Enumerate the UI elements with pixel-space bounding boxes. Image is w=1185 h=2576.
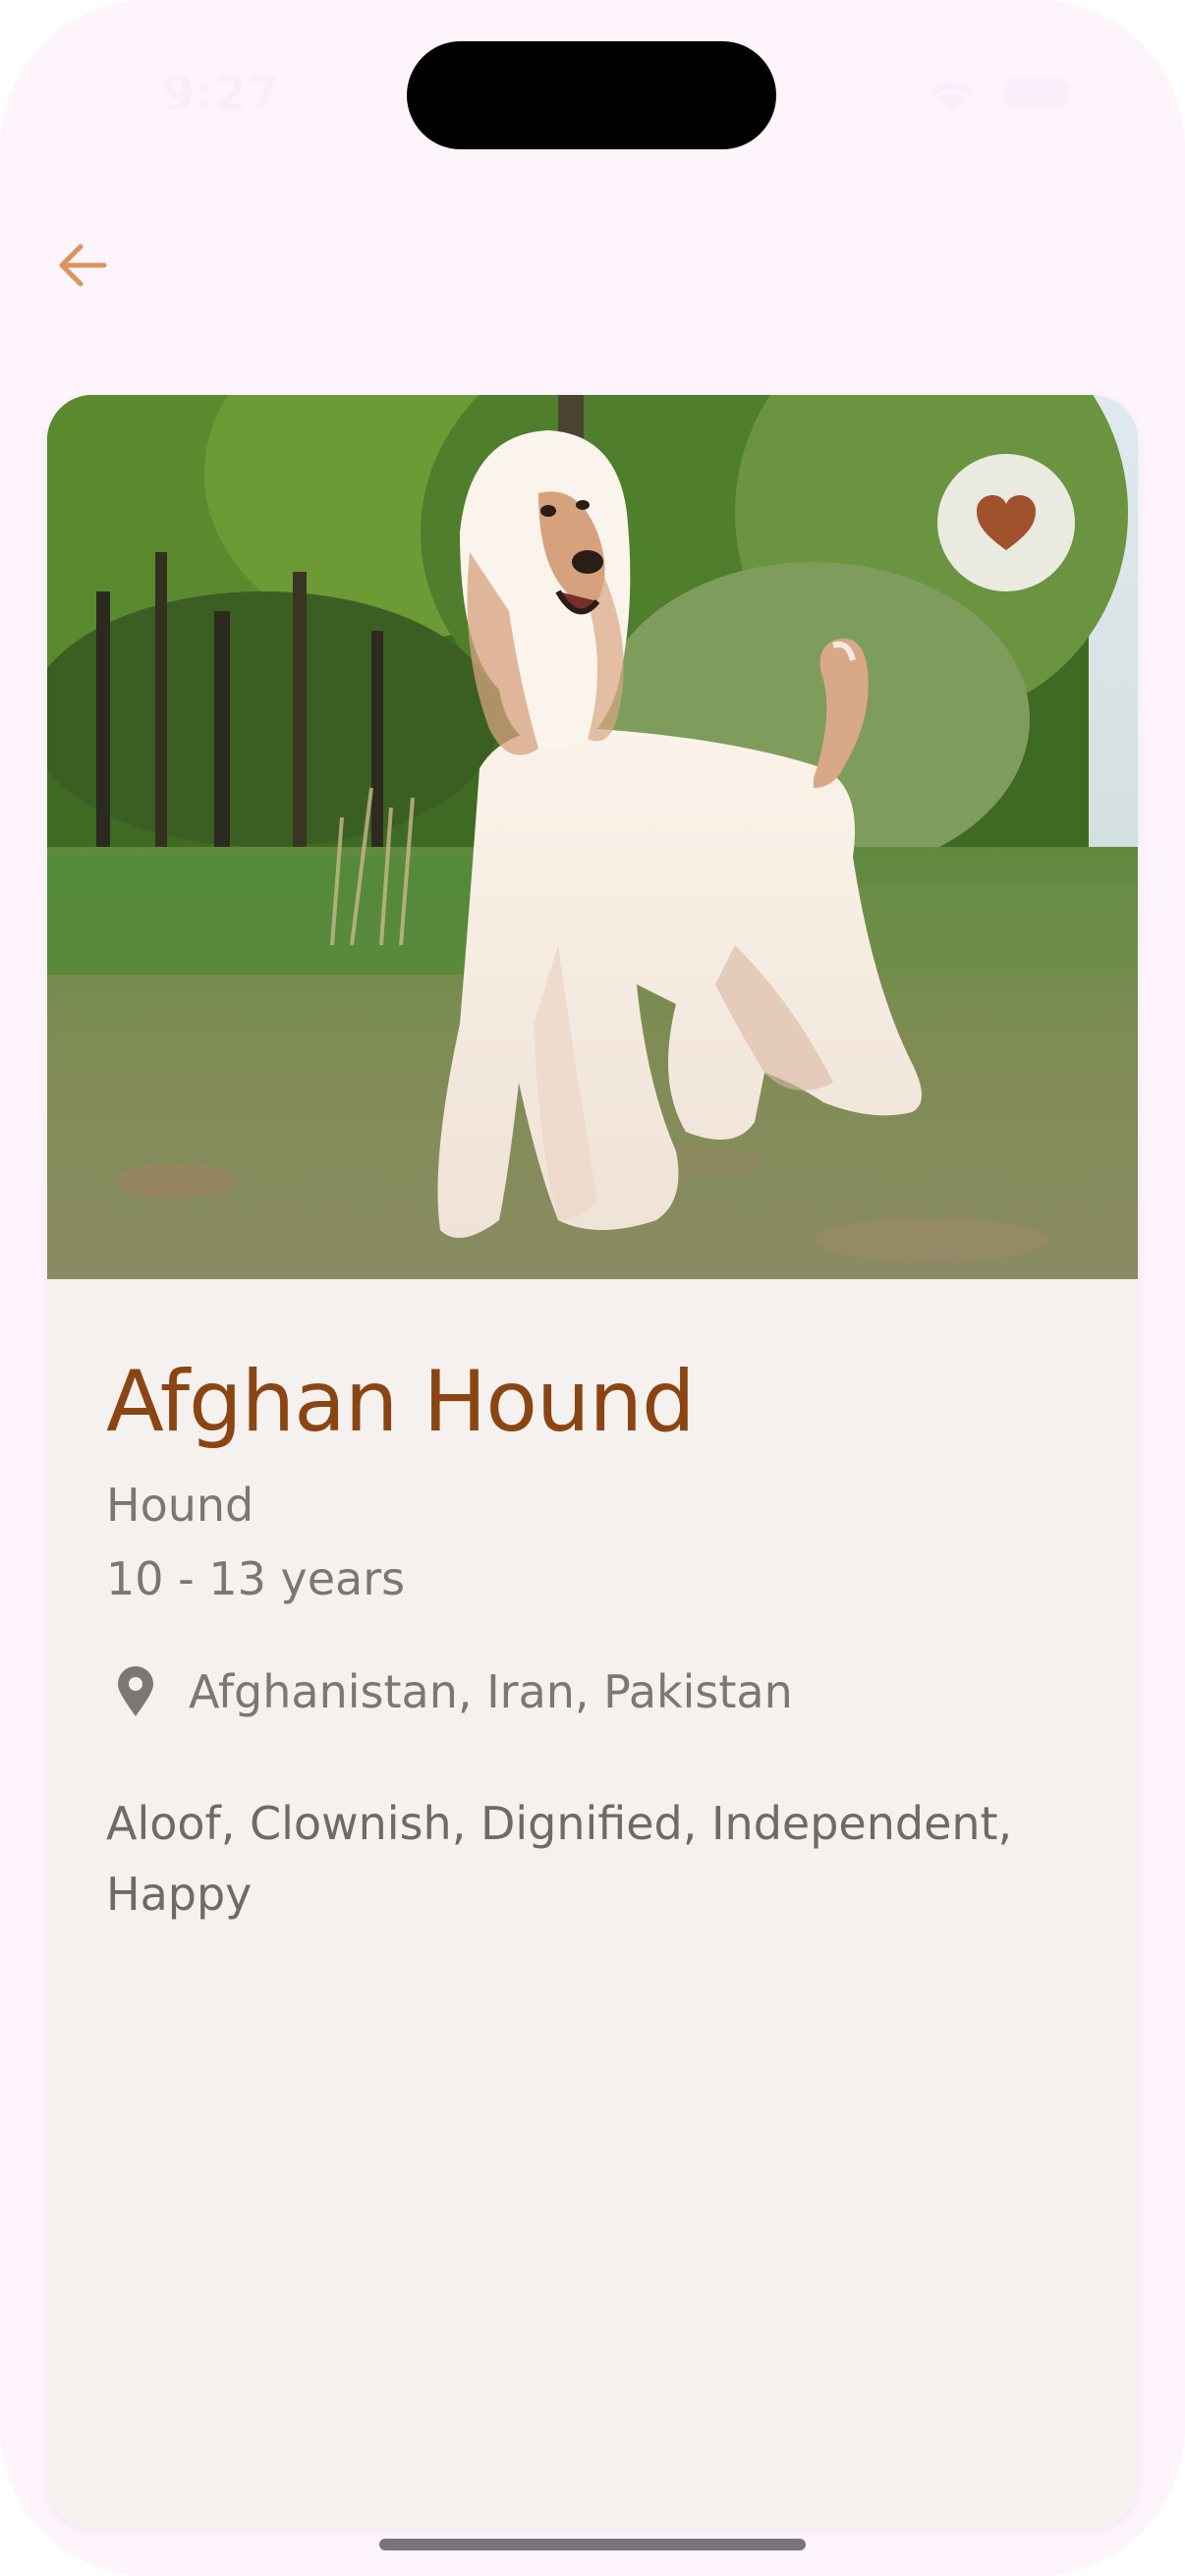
home-indicator[interactable] bbox=[379, 2539, 806, 2550]
life-span: 10 - 13 years bbox=[106, 1552, 406, 1605]
breed-name: Afghan Hound bbox=[106, 1353, 696, 1451]
location-pin-icon bbox=[106, 1662, 165, 1721]
temperament-text: Aloof, Clownish, Dignified, Independent,… bbox=[106, 1797, 1013, 1921]
arrow-left-icon bbox=[59, 244, 107, 287]
status-bar: 9:27 bbox=[0, 0, 1185, 187]
battery-icon bbox=[1004, 79, 1069, 108]
origin-row: Afghanistan, Iran, Pakistan bbox=[106, 1662, 793, 1721]
dynamic-island bbox=[407, 41, 776, 149]
app-screen: 9:27 Afghan Hound Hound 10 - 13 years Af… bbox=[0, 0, 1185, 2576]
origin-text: Afghanistan, Iran, Pakistan bbox=[189, 1665, 793, 1718]
favorite-button[interactable] bbox=[937, 454, 1075, 591]
dog-photo bbox=[47, 395, 1138, 1279]
heart-icon bbox=[977, 495, 1036, 550]
breed-group: Hound bbox=[106, 1479, 254, 1532]
wifi-icon bbox=[930, 82, 973, 112]
status-time: 9:27 bbox=[162, 67, 280, 122]
back-button[interactable] bbox=[43, 226, 122, 305]
breed-detail-card: Afghan Hound Hound 10 - 13 years Afghani… bbox=[47, 395, 1138, 2529]
